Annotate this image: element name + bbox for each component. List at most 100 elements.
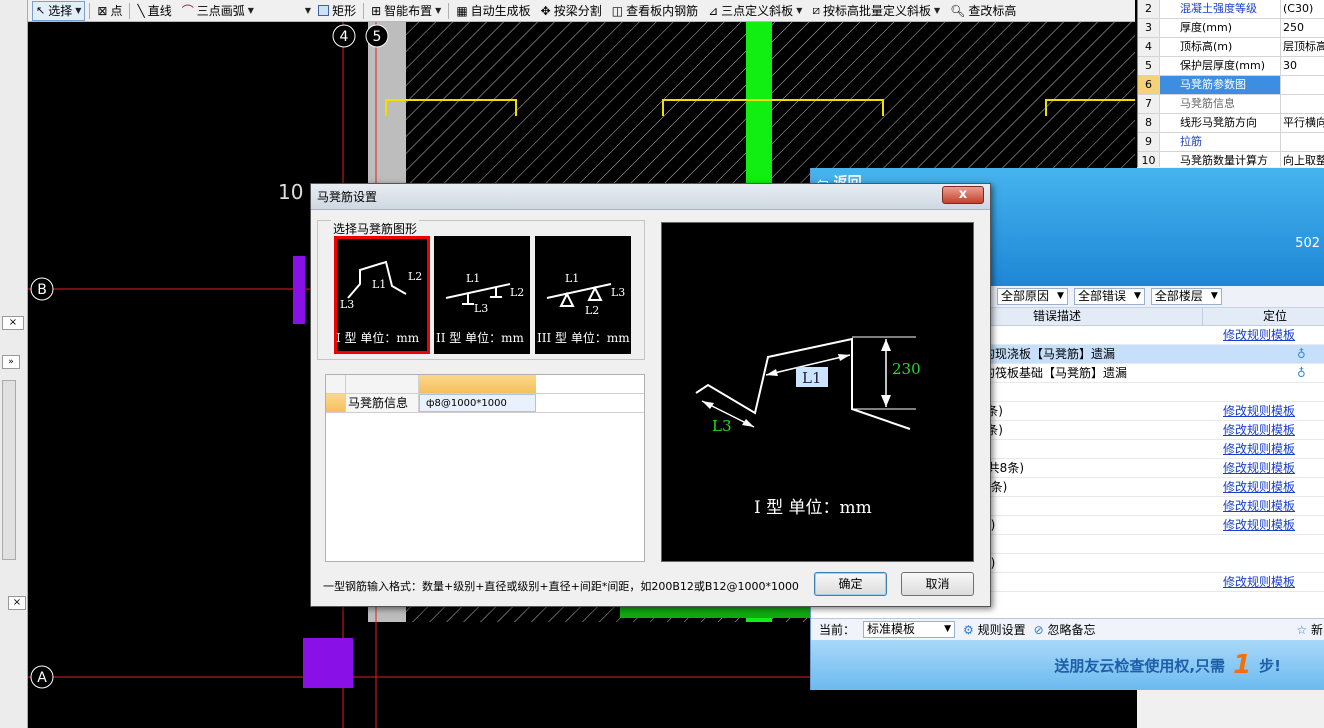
axis-label-B: B [37, 282, 47, 298]
property-row[interactable]: 8 线形马凳筋方向 平行横向 [1138, 114, 1324, 133]
three-point-slope-button[interactable]: ⊿ 三点定义斜板 ▼ [705, 1, 805, 21]
chevron-down-icon[interactable]: ▼ [796, 6, 802, 15]
locate-icon[interactable]: ♁ [1297, 345, 1306, 363]
scrollbar[interactable] [2, 380, 16, 560]
edit-rule-link[interactable]: 修改规则模板 [1203, 478, 1315, 496]
svg-text:L3: L3 [340, 298, 354, 311]
stool-rebar-dialog: 马凳筋设置 x 选择马凳筋图形 L1 L2 L3 I 型 单位：mm L1 L2… [310, 183, 991, 607]
chevron-down-icon[interactable]: ▼ [75, 6, 81, 15]
preview-drawing: 230 L1 L3 I 型 单位：mm [695, 336, 921, 518]
shape-type-2-drawing: L1 L2 L3 [445, 272, 524, 315]
smart-layout-button[interactable]: ⊞ 智能布置 ▼ [368, 1, 444, 21]
property-row[interactable]: 7 马凳筋信息 [1138, 95, 1324, 114]
view-slab-rebar-button[interactable]: ◫ 查看板内钢筋 [609, 1, 701, 21]
chevron-down-icon[interactable]: ▼ [248, 6, 254, 15]
svg-text:L2: L2 [510, 286, 524, 299]
edit-rule-link[interactable]: 修改规则模板 [1203, 402, 1315, 420]
chevron-down-icon[interactable]: ▼ [934, 6, 940, 15]
property-row[interactable]: 3 厚度(mm) 250 [1138, 19, 1324, 38]
promo-banner[interactable]: 送朋友云检查使用权,只需 1 步! [811, 640, 1324, 690]
chevron-down-icon: ▼ [1210, 291, 1218, 301]
rebar-view-icon: ◫ [611, 3, 624, 18]
column-purple [293, 256, 305, 324]
chevron-down-icon: ▼ [1057, 291, 1064, 301]
dimension-label: 10 [278, 180, 303, 204]
point-tool-button[interactable]: ⊠ 点 [94, 1, 125, 21]
axis-label-5: 5 [373, 29, 382, 45]
axis-label-A: A [37, 670, 47, 686]
auto-generate-slab-button[interactable]: ▦ 自动生成板 [453, 1, 533, 21]
split-by-beam-button[interactable]: ✥ 按梁分割 [538, 1, 605, 21]
search-icon: 🔍︎ [950, 3, 966, 18]
point-icon: ⊠ [97, 3, 108, 18]
rectangle-icon [318, 5, 330, 16]
edit-rule-link[interactable]: 修改规则模板 [1203, 440, 1315, 458]
toolbar-separator [448, 2, 450, 19]
close-icon[interactable]: × [8, 596, 26, 610]
cancel-button[interactable]: 取消 [901, 572, 974, 596]
line-icon: ╲ [137, 3, 145, 18]
shape-type-3-caption: III 型 单位：mm [537, 331, 630, 345]
chevron-down-icon: ▼ [1133, 291, 1141, 301]
reason-filter-select[interactable]: 全部原因 ▼ [997, 288, 1068, 305]
rule-settings-button[interactable]: ⚙ 规则设置 [963, 621, 1026, 638]
stool-info-input[interactable]: ф8@1000*1000 [419, 394, 536, 412]
chevron-down-icon[interactable]: ▼ [435, 6, 441, 15]
property-row[interactable]: 5 保护层厚度(mm) 30 [1138, 57, 1324, 76]
batch-slope-icon: ⧄ [812, 3, 820, 17]
shape-type-3-option[interactable]: L1 L2 L3 III 型 单位：mm [535, 236, 631, 354]
template-select[interactable]: 标准模板 ▼ [863, 621, 956, 638]
rectangle-tool-button[interactable]: 矩形 [315, 1, 359, 21]
arc-tool-button[interactable]: ⌒ 三点画弧 ▼ [179, 1, 257, 21]
property-row[interactable]: 9 拉筋 [1138, 133, 1324, 152]
slab-icon: ▦ [456, 3, 468, 18]
grid-icon: ⊞ [371, 3, 382, 18]
batch-slope-by-elevation-button[interactable]: ⧄ 按标高批量定义斜板 ▼ [809, 1, 943, 21]
l1-label: L1 [802, 369, 822, 387]
edit-rule-link[interactable]: 修改规则模板 [1203, 516, 1315, 534]
preview-caption: I 型 单位：mm [754, 498, 872, 518]
edit-rule-link[interactable]: 修改规则模板 [1203, 573, 1315, 591]
ignore-memo-button[interactable]: ⊘ 忽略备忘 [1034, 621, 1096, 638]
toolbar-separator [363, 2, 365, 19]
shape-type-2-caption: II 型 单位：mm [436, 331, 524, 345]
edit-rule-link[interactable]: 修改规则模板 [1203, 459, 1315, 477]
property-row-selected[interactable]: 6 马凳筋参数图 [1138, 76, 1324, 95]
svg-text:L3: L3 [474, 302, 488, 315]
current-template-bar: 当前： 标准模板 ▼ ⚙ 规则设置 ⊘ 忽略备忘 ☆ 新 [811, 618, 1324, 640]
expand-icon[interactable]: » [2, 355, 20, 369]
close-button[interactable]: x [942, 186, 984, 204]
new-button[interactable]: ☆ 新 [1296, 621, 1324, 638]
stool-info-grid: 马凳筋信息 ф8@1000*1000 [325, 374, 645, 562]
chevron-down-icon[interactable]: ▼ [305, 6, 311, 15]
check-elevation-button[interactable]: 🔍︎ 查改标高 [947, 1, 1019, 21]
dialog-titlebar[interactable]: 马凳筋设置 x [311, 184, 990, 210]
row-selector[interactable] [326, 394, 346, 412]
split-icon: ✥ [540, 3, 551, 18]
locate-icon[interactable]: ♁ [1297, 364, 1306, 382]
floor-filter-select[interactable]: 全部楼层 ▼ [1150, 288, 1222, 305]
line-tool-button[interactable]: ╲ 直线 [134, 1, 174, 21]
svg-text:L3: L3 [611, 286, 625, 299]
property-row[interactable]: 2 混凝土强度等级 (C30) [1138, 0, 1324, 19]
grid-header-cell [419, 375, 536, 393]
shape-type-2-option[interactable]: L1 L2 L3 II 型 单位：mm [434, 236, 530, 354]
svg-text:L1: L1 [372, 278, 386, 291]
grid-row[interactable]: 马凳筋信息 ф8@1000*1000 [326, 394, 644, 413]
edit-rule-link[interactable]: 修改规则模板 [1203, 421, 1315, 439]
ok-button[interactable]: 确定 [814, 572, 887, 596]
edit-rule-link[interactable]: 修改规则模板 [1203, 326, 1315, 344]
shape-type-1-caption: I 型 单位：mm [336, 331, 420, 345]
property-row[interactable]: 4 顶标高(m) 层顶标高 [1138, 38, 1324, 57]
col-locate: 定位 [1262, 309, 1287, 323]
close-icon[interactable]: × [2, 316, 24, 330]
chevron-down-icon: ▼ [944, 624, 952, 634]
edit-rule-link[interactable]: 修改规则模板 [1203, 497, 1315, 515]
svg-text:L2: L2 [585, 304, 599, 317]
select-tool-button[interactable]: ↖ 选择 ▼ [32, 0, 86, 21]
error-filter-select[interactable]: 全部错误 ▼ [1073, 288, 1145, 305]
arc-icon: ⌒ [181, 4, 194, 18]
svg-text:L2: L2 [408, 270, 422, 283]
shape-type-1-option[interactable]: L1 L2 L3 I 型 单位：mm [334, 236, 430, 354]
toolbar: ↖ 选择 ▼ ⊠ 点 ╲ 直线 ⌒ 三点画弧 ▼ ▼ 矩形 ⊞ 智能布置 ▼ ▦ 自动生成板 ✥ 按… [28, 0, 1135, 22]
